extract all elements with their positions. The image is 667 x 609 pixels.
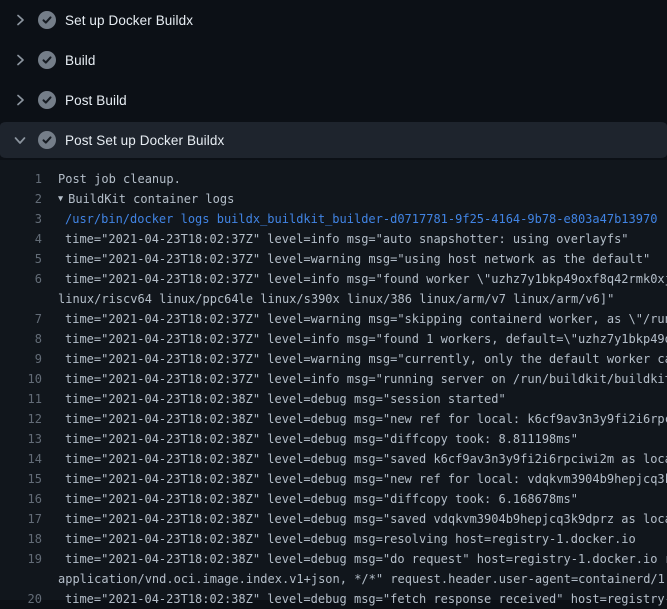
log-line-text: linux/riscv64 linux/ppc64le linux/s390x …: [42, 289, 614, 309]
log-line-text: time="2021-04-23T18:02:38Z" level=debug …: [42, 449, 667, 469]
log-line-number[interactable]: 15: [0, 469, 42, 489]
log-lines: 1 Post job cleanup. 2 ▼ BuildKit contain…: [0, 160, 667, 600]
log-line-number[interactable]: 12: [0, 409, 42, 429]
log-line-number[interactable]: 14: [0, 449, 42, 469]
log-line: 11 time="2021-04-23T18:02:38Z" level=deb…: [0, 389, 667, 409]
step-row-post-set-up-docker-buildx[interactable]: Post Set up Docker Buildx: [0, 120, 667, 160]
log-line-number[interactable]: 5: [0, 249, 42, 269]
log-line-number[interactable]: [0, 569, 42, 589]
log-line: 2 ▼ BuildKit container logs: [0, 189, 667, 209]
log-line-number[interactable]: 19: [0, 549, 42, 569]
step-label: Set up Docker Buildx: [65, 13, 193, 28]
log-line: 13 time="2021-04-23T18:02:38Z" level=deb…: [0, 429, 667, 449]
chevron-right-icon[interactable]: [12, 92, 28, 108]
log-line-number[interactable]: 4: [0, 229, 42, 249]
log-line-text: /usr/bin/docker logs buildx_buildkit_bui…: [42, 209, 657, 229]
log-line-number[interactable]: 6: [0, 269, 42, 289]
log-line: 9 time="2021-04-23T18:02:37Z" level=warn…: [0, 349, 667, 369]
log-line-text: time="2021-04-23T18:02:38Z" level=debug …: [42, 409, 667, 429]
log-line-number[interactable]: 9: [0, 349, 42, 369]
log-line-text: time="2021-04-23T18:02:37Z" level=info m…: [42, 369, 667, 389]
chevron-right-icon[interactable]: [12, 12, 28, 28]
log-line-text: time="2021-04-23T18:02:38Z" level=debug …: [42, 469, 667, 489]
log-line: 14 time="2021-04-23T18:02:38Z" level=deb…: [0, 449, 667, 469]
check-circle-icon: [38, 91, 56, 109]
log-line: 17 time="2021-04-23T18:02:38Z" level=deb…: [0, 509, 667, 529]
log-line-text: BuildKit container logs: [63, 189, 234, 209]
log-line: 6 time="2021-04-23T18:02:37Z" level=info…: [0, 269, 667, 289]
step-label: Post Build: [65, 93, 127, 108]
log-line: 20 time="2021-04-23T18:02:38Z" level=deb…: [0, 589, 667, 609]
log-line-number[interactable]: [0, 289, 42, 309]
log-line-text: time="2021-04-23T18:02:37Z" level=warnin…: [42, 349, 667, 369]
log-line-number[interactable]: 1: [0, 169, 42, 189]
log-line: 1 Post job cleanup.: [0, 169, 667, 189]
check-circle-icon: [38, 11, 56, 29]
log-line: 10 time="2021-04-23T18:02:37Z" level=inf…: [0, 369, 667, 389]
log-line-text: time="2021-04-23T18:02:38Z" level=debug …: [42, 529, 636, 549]
log-line-text: time="2021-04-23T18:02:38Z" level=debug …: [42, 589, 667, 609]
step-label: Build: [65, 53, 96, 68]
log-line: 4 time="2021-04-23T18:02:37Z" level=info…: [0, 229, 667, 249]
log-line: 18 time="2021-04-23T18:02:38Z" level=deb…: [0, 529, 667, 549]
log-line-number[interactable]: 2: [0, 189, 42, 209]
log-line-number[interactable]: 8: [0, 329, 42, 349]
log-line-number[interactable]: 17: [0, 509, 42, 529]
log-line: 12 time="2021-04-23T18:02:38Z" level=deb…: [0, 409, 667, 429]
check-circle-icon: [38, 51, 56, 69]
log-line: linux/riscv64 linux/ppc64le linux/s390x …: [0, 289, 667, 309]
log-line: 15 time="2021-04-23T18:02:38Z" level=deb…: [0, 469, 667, 489]
steps-list: Set up Docker Buildx Build P: [0, 0, 667, 160]
log-line-number[interactable]: 20: [0, 589, 42, 609]
log-line-text: time="2021-04-23T18:02:37Z" level=info m…: [42, 269, 667, 289]
log-line: 16 time="2021-04-23T18:02:38Z" level=deb…: [0, 489, 667, 509]
log-line-number[interactable]: 18: [0, 529, 42, 549]
log-line-text: Post job cleanup.: [42, 169, 181, 189]
log-line-text: time="2021-04-23T18:02:37Z" level=warnin…: [42, 249, 650, 269]
log-line-number[interactable]: 7: [0, 309, 42, 329]
check-circle-icon: [38, 131, 56, 149]
log-line: application/vnd.oci.image.index.v1+json,…: [0, 569, 667, 589]
log-line: 7 time="2021-04-23T18:02:37Z" level=warn…: [0, 309, 667, 329]
log-line-text: application/vnd.oci.image.index.v1+json,…: [42, 569, 667, 589]
log-line-number[interactable]: 11: [0, 389, 42, 409]
log-line-text: time="2021-04-23T18:02:37Z" level=info m…: [42, 329, 667, 349]
log-line: 19 time="2021-04-23T18:02:38Z" level=deb…: [0, 549, 667, 569]
log-line-text: time="2021-04-23T18:02:38Z" level=debug …: [42, 429, 578, 449]
log-line-number[interactable]: 16: [0, 489, 42, 509]
step-row-set-up-docker-buildx[interactable]: Set up Docker Buildx: [0, 0, 667, 40]
log-line-number[interactable]: 13: [0, 429, 42, 449]
chevron-down-icon[interactable]: [12, 132, 28, 148]
chevron-right-icon[interactable]: [12, 52, 28, 68]
log-line: 3 /usr/bin/docker logs buildx_buildkit_b…: [0, 209, 667, 229]
step-row-build[interactable]: Build: [0, 40, 667, 80]
log-line-text: time="2021-04-23T18:02:37Z" level=warnin…: [42, 309, 667, 329]
log-line: 5 time="2021-04-23T18:02:37Z" level=warn…: [0, 249, 667, 269]
log-line-number[interactable]: 3: [0, 209, 42, 229]
log-line-text: time="2021-04-23T18:02:38Z" level=debug …: [42, 549, 667, 569]
log-line-text: time="2021-04-23T18:02:38Z" level=debug …: [42, 509, 667, 529]
log-line-text: time="2021-04-23T18:02:37Z" level=info m…: [42, 229, 629, 249]
log-line-text: time="2021-04-23T18:02:38Z" level=debug …: [42, 389, 506, 409]
log-line-number[interactable]: 10: [0, 369, 42, 389]
step-row-post-build[interactable]: Post Build: [0, 80, 667, 120]
workflow-log-panel: Set up Docker Buildx Build P: [0, 0, 667, 600]
step-label: Post Set up Docker Buildx: [65, 133, 224, 148]
log-line: 8 time="2021-04-23T18:02:37Z" level=info…: [0, 329, 667, 349]
log-line-text: time="2021-04-23T18:02:38Z" level=debug …: [42, 489, 578, 509]
group-caret-icon[interactable]: ▼: [42, 189, 63, 209]
